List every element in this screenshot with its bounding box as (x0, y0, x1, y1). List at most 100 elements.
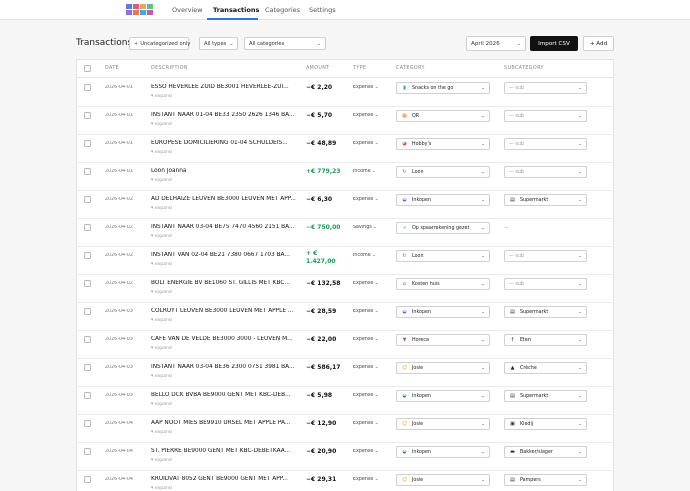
type-select[interactable]: Expense ⌄ (353, 449, 378, 454)
category-select[interactable]: ☺ Josie ⌄ (396, 362, 490, 374)
row-checkbox[interactable] (84, 112, 91, 119)
type-select[interactable]: Expense ⌄ (353, 393, 378, 398)
subcategory-select[interactable]: ▲ Crèche ⌄ (504, 362, 587, 374)
expand-toggle[interactable]: ▾ expand (151, 262, 172, 267)
subcategory-select[interactable]: — sub ⌄ (504, 110, 587, 122)
expand-toggle[interactable]: ▾ expand (151, 234, 172, 239)
header-subcategory[interactable]: SUBCATEGORY (504, 66, 544, 71)
type-select[interactable]: Expense ⌄ (353, 197, 378, 202)
category-select[interactable]: ↻ Loon ⌄ (396, 166, 490, 178)
app-logo[interactable] (126, 4, 153, 16)
category-select[interactable]: ◕ Hobby's ⌄ (396, 138, 490, 150)
type-select[interactable]: Expense ⌄ (353, 337, 378, 342)
type-select[interactable]: Expense ⌄ (353, 421, 378, 426)
category-select[interactable]: ⌂ Kosten huis ⌄ (396, 278, 490, 290)
subcategory-select[interactable]: ▬ Bakker/slager ⌄ (504, 446, 587, 458)
subcategory-select[interactable]: — sub ⌄ (504, 82, 587, 94)
transaction-description: KRUIDVAT 8052 GENT BE9000 GENT MET APP..… (151, 476, 288, 482)
subcategory-select[interactable]: ▣ Kledij ⌄ (504, 418, 587, 430)
header-description[interactable]: DESCRIPTION (151, 66, 188, 71)
tab-overview[interactable]: Overview (172, 6, 203, 14)
header-date[interactable]: DATE (105, 66, 119, 71)
subcategory-select[interactable]: — sub ⌄ (504, 138, 587, 150)
row-checkbox[interactable] (84, 448, 91, 455)
expand-label: expand (154, 122, 172, 127)
type-value: Expense (353, 365, 374, 370)
row-checkbox[interactable] (84, 392, 91, 399)
import-csv-button[interactable]: Import CSV (530, 36, 578, 51)
expand-toggle[interactable]: ▾ expand (151, 374, 172, 379)
expand-toggle[interactable]: ▾ expand (151, 122, 172, 127)
expand-toggle[interactable]: ▾ expand (151, 430, 172, 435)
category-select[interactable]: ☺ Josie ⌄ (396, 474, 490, 486)
expand-toggle[interactable]: ▾ expand (151, 290, 172, 295)
type-select[interactable]: Expense ⌄ (353, 309, 378, 314)
category-select[interactable]: ☺ Josie ⌄ (396, 418, 490, 430)
type-filter-select[interactable]: All types ⌄ (199, 37, 238, 50)
row-checkbox[interactable] (84, 336, 91, 343)
tab-transactions[interactable]: Transactions (213, 6, 259, 14)
row-checkbox[interactable] (84, 364, 91, 371)
header-category[interactable]: CATEGORY (396, 66, 425, 71)
logo-square (140, 4, 146, 9)
month-select[interactable]: April 2026 ⌄ (466, 36, 526, 51)
expand-toggle[interactable]: ▾ expand (151, 486, 172, 491)
header-amount[interactable]: AMOUNT (306, 66, 330, 71)
tab-categories[interactable]: Categories (265, 6, 300, 14)
type-select[interactable]: Income ⌄ (353, 169, 376, 174)
type-select[interactable]: Expense ⌄ (353, 85, 378, 90)
category-select[interactable]: ◒ Inkopen ⌄ (396, 306, 490, 318)
expand-toggle[interactable]: ▾ expand (151, 402, 172, 407)
category-select[interactable]: ◒ Inkopen ⌄ (396, 446, 490, 458)
logo-square (133, 4, 139, 9)
row-checkbox[interactable] (84, 140, 91, 147)
subcategory-select[interactable]: — sub ⌄ (504, 250, 587, 262)
uncategorized-only-toggle[interactable]: + Uncategorized only (129, 37, 190, 50)
expand-toggle[interactable]: ▾ expand (151, 94, 172, 99)
chevron-down-icon: ⌄ (373, 281, 379, 286)
subcategory-select[interactable]: † Eten ⌄ (504, 334, 587, 346)
row-checkbox[interactable] (84, 420, 91, 427)
tab-settings[interactable]: Settings (309, 6, 336, 14)
row-checkbox[interactable] (84, 168, 91, 175)
category-select[interactable]: ▮ Snacks on the go ⌄ (396, 82, 490, 94)
subcategory-select[interactable]: ▤ Pampers ⌄ (504, 474, 587, 486)
type-select[interactable]: Expense ⌄ (353, 365, 378, 370)
subcategory-select[interactable]: — sub ⌄ (504, 278, 587, 290)
category-select[interactable]: » Op spaarrekening gezet ⌄ (396, 222, 490, 234)
header-type[interactable]: TYPE (353, 66, 366, 71)
row-checkbox[interactable] (84, 252, 91, 259)
category-select[interactable]: ↻ Loon ⌄ (396, 250, 490, 262)
row-checkbox[interactable] (84, 224, 91, 231)
expand-toggle[interactable]: ▾ expand (151, 150, 172, 155)
category-select[interactable]: ◒ Inkopen ⌄ (396, 194, 490, 206)
expand-toggle[interactable]: ▾ expand (151, 178, 172, 183)
row-checkbox[interactable] (84, 196, 91, 203)
row-checkbox[interactable] (84, 84, 91, 91)
type-select[interactable]: Expense ⌄ (353, 113, 378, 118)
expand-toggle[interactable]: ▾ expand (151, 318, 172, 323)
add-transaction-button[interactable]: + Add (583, 36, 614, 51)
expand-toggle[interactable]: ▾ expand (151, 458, 172, 463)
subcategory-select[interactable]: ▤ Supermarkt ⌄ (504, 390, 587, 402)
category-filter-select[interactable]: All categories ⌄ (244, 37, 326, 50)
type-select[interactable]: Expense ⌄ (353, 141, 378, 146)
category-select[interactable]: ◒ Inkopen ⌄ (396, 390, 490, 402)
category-select[interactable]: ▼ Horeca ⌄ (396, 334, 490, 346)
expand-toggle[interactable]: ▾ expand (151, 206, 172, 211)
row-checkbox[interactable] (84, 280, 91, 287)
subcategory-select[interactable]: ▤ Supermarkt ⌄ (504, 306, 587, 318)
select-all-checkbox[interactable] (84, 65, 91, 72)
category-select[interactable]: ▦ QR ⌄ (396, 110, 490, 122)
subcategory-select[interactable]: ▤ Supermarkt ⌄ (504, 194, 587, 206)
row-checkbox[interactable] (84, 476, 91, 483)
row-checkbox[interactable] (84, 308, 91, 315)
chevron-down-icon: ⌄ (481, 477, 485, 483)
expand-toggle[interactable]: ▾ expand (151, 346, 172, 351)
type-select[interactable]: Income ⌄ (353, 253, 376, 258)
subcategory-select[interactable]: — sub ⌄ (504, 166, 587, 178)
type-select[interactable]: Expense ⌄ (353, 477, 378, 482)
type-select[interactable]: Expense ⌄ (353, 281, 378, 286)
transaction-amount: −€ 48,89 (306, 140, 337, 147)
type-select[interactable]: Savings ⌄ (353, 225, 377, 230)
